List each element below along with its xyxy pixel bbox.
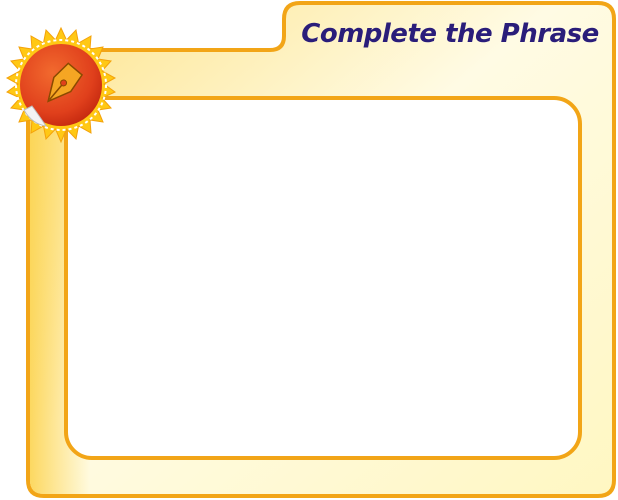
phrase-content-area bbox=[66, 98, 580, 458]
fountain-pen-nib-icon bbox=[2, 26, 120, 144]
page-title: Complete the Phrase bbox=[301, 19, 599, 49]
complete-the-phrase-card: Complete the Phrase bbox=[0, 0, 618, 500]
